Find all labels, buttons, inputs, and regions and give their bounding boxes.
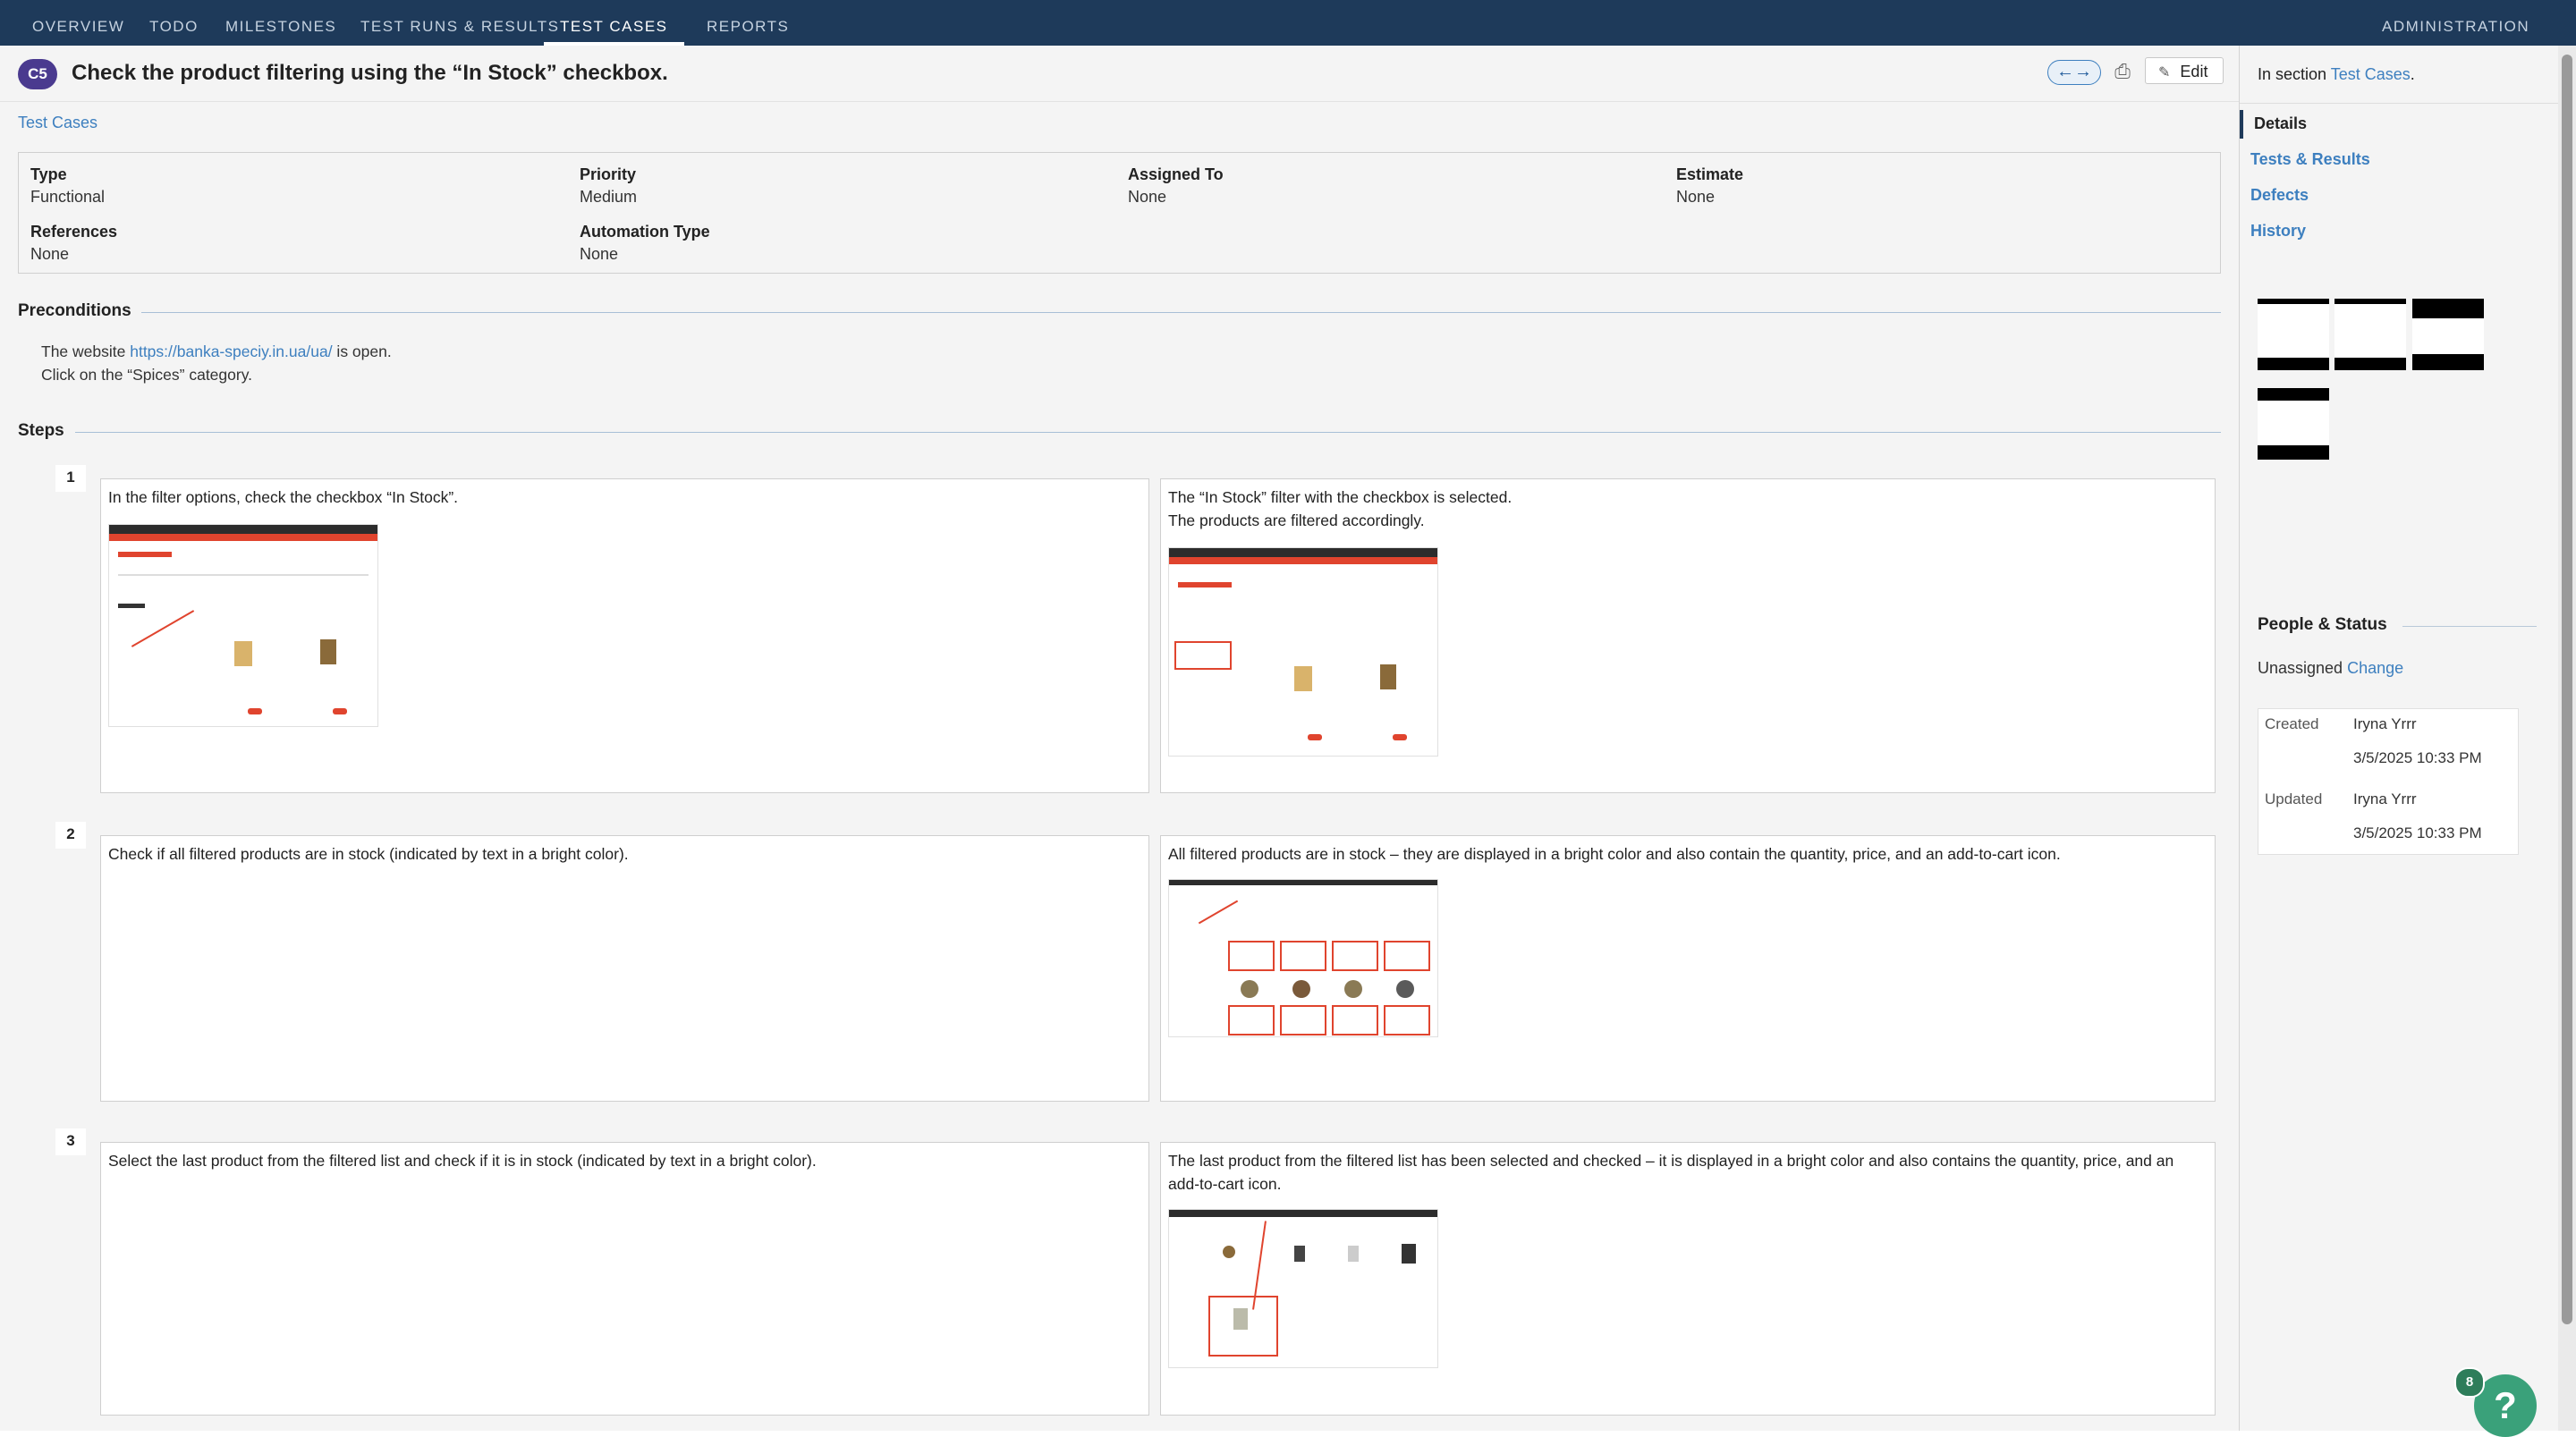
step-number: 2: [55, 822, 86, 849]
audit-panel: Created Iryna Yrrr 3/5/2025 10:33 PM Upd…: [2258, 708, 2519, 855]
precondition-text-suffix: is open.: [332, 342, 392, 360]
step-expected-line-1: The “In Stock” filter with the checkbox …: [1168, 488, 1513, 506]
sidebar-divider: [2240, 103, 2559, 104]
sidebar-tab-defects[interactable]: Defects: [2250, 186, 2309, 205]
step-3-expected: The last product from the filtered list …: [1160, 1142, 2216, 1416]
notification-count-badge: 8: [2454, 1367, 2485, 1398]
step-number: 3: [55, 1128, 86, 1155]
type-label: Type: [30, 165, 67, 183]
updated-at: 3/5/2025 10:33 PM: [2353, 824, 2482, 841]
steps-title: Steps: [18, 421, 64, 440]
step-expected-line-2: The products are filtered accordingly.: [1168, 511, 1425, 529]
references-label: References: [30, 223, 118, 241]
estimate-label: Estimate: [1676, 165, 1744, 183]
scrollbar-thumb[interactable]: [2562, 55, 2572, 1324]
tab-overview[interactable]: OVERVIEW: [32, 0, 124, 46]
edit-button[interactable]: ✎ Edit: [2145, 57, 2224, 84]
section-link[interactable]: Test Cases: [2331, 65, 2411, 83]
created-at: 3/5/2025 10:33 PM: [2353, 749, 2482, 766]
tab-todo[interactable]: TODO: [149, 0, 199, 46]
screenshot-thumbnail[interactable]: [1168, 879, 1438, 1037]
step-action-text: Check if all filtered products are in st…: [108, 845, 629, 863]
attachment-thumbnail[interactable]: [2334, 299, 2406, 370]
edit-label: Edit: [2180, 63, 2208, 80]
arrow-right-icon[interactable]: →: [2074, 62, 2092, 81]
website-link[interactable]: https://banka-speciy.in.ua/ua/: [130, 342, 332, 360]
case-details-panel: Type Functional Priority Medium Assigned…: [18, 152, 2221, 274]
step-2-action: Check if all filtered products are in st…: [100, 835, 1149, 1102]
assigned-to-label: Assigned To: [1128, 165, 1224, 183]
pencil-icon: ✎: [2158, 65, 2171, 80]
top-navigation: OVERVIEW TODO MILESTONES TEST RUNS & RES…: [0, 0, 2576, 46]
step-expected-text: The last product from the filtered list …: [1168, 1152, 2174, 1193]
assignment-status: Unassigned: [2258, 659, 2343, 677]
print-icon[interactable]: ⎙: [2110, 61, 2135, 82]
header-divider: [0, 101, 2239, 102]
step-2-expected: All filtered products are in stock – the…: [1160, 835, 2216, 1102]
created-label: Created: [2265, 715, 2319, 732]
section-info: In section Test Cases.: [2258, 65, 2415, 84]
sidebar-tab-tests-results[interactable]: Tests & Results: [2250, 150, 2370, 169]
preconditions-title: Preconditions: [18, 301, 131, 320]
tab-administration[interactable]: ADMINISTRATION: [2382, 0, 2529, 46]
prev-next-arrows[interactable]: ←→: [2047, 60, 2101, 85]
assigned-to-value: None: [1128, 188, 1167, 206]
step-3-action: Select the last product from the filtere…: [100, 1142, 1149, 1416]
estimate-value: None: [1676, 188, 1716, 206]
updated-by: Iryna Yrrr: [2353, 790, 2417, 807]
section-suffix: .: [2410, 65, 2415, 83]
section-prefix: In section: [2258, 65, 2331, 83]
sidebar-tab-details[interactable]: Details: [2254, 114, 2307, 133]
attachment-thumbnail[interactable]: [2258, 388, 2329, 460]
step-1-expected: The “In Stock” filter with the checkbox …: [1160, 478, 2216, 793]
step-expected-text: All filtered products are in stock – the…: [1168, 845, 2061, 863]
case-id-badge: C5: [18, 59, 57, 89]
step-number: 1: [55, 465, 86, 492]
automation-type-label: Automation Type: [580, 223, 710, 241]
arrow-left-icon[interactable]: ←: [2056, 62, 2074, 81]
priority-label: Priority: [580, 165, 637, 183]
tab-test-runs-results[interactable]: TEST RUNS & RESULTS: [360, 0, 559, 46]
preconditions-line-1: The website https://banka-speciy.in.ua/u…: [41, 342, 392, 361]
precondition-text: The website: [41, 342, 131, 360]
people-status-divider: [2402, 626, 2537, 627]
screenshot-thumbnail[interactable]: [1168, 547, 1438, 757]
references-value: None: [30, 245, 70, 263]
scrollbar[interactable]: [2558, 46, 2576, 1431]
page-title: Check the product filtering using the “I…: [72, 61, 668, 85]
preconditions-divider: [141, 312, 2221, 313]
preconditions-line-2: Click on the “Spices” category.: [41, 366, 253, 384]
screenshot-thumbnail[interactable]: [1168, 1209, 1438, 1368]
priority-value: Medium: [580, 188, 638, 206]
sidebar-tab-history[interactable]: History: [2250, 222, 2306, 241]
step-action-text: Select the last product from the filtere…: [108, 1152, 817, 1170]
sidebar: In section Test Cases. Details Tests & R…: [2239, 46, 2559, 1431]
main-content: C5 Check the product filtering using the…: [0, 46, 2239, 1431]
active-tab-indicator: [2240, 110, 2243, 139]
screenshot-thumbnail[interactable]: [108, 524, 378, 727]
tab-test-cases[interactable]: TEST CASES: [544, 0, 684, 46]
attachment-thumbnail[interactable]: [2258, 299, 2329, 370]
created-by: Iryna Yrrr: [2353, 715, 2417, 732]
assignment-row: Unassigned Change: [2258, 659, 2403, 678]
tab-milestones[interactable]: MILESTONES: [225, 0, 336, 46]
attachment-thumbnail[interactable]: [2412, 299, 2484, 370]
step-action-text: In the filter options, check the checkbo…: [108, 488, 459, 506]
automation-type-value: None: [580, 245, 619, 263]
breadcrumb[interactable]: Test Cases: [18, 114, 97, 132]
people-status-title: People & Status: [2258, 615, 2387, 634]
step-1-action: In the filter options, check the checkbo…: [100, 478, 1149, 793]
updated-label: Updated: [2265, 790, 2323, 807]
tab-reports[interactable]: REPORTS: [707, 0, 789, 46]
change-assignee-link[interactable]: Change: [2347, 659, 2403, 677]
type-value: Functional: [30, 188, 106, 206]
steps-divider: [75, 432, 2221, 433]
